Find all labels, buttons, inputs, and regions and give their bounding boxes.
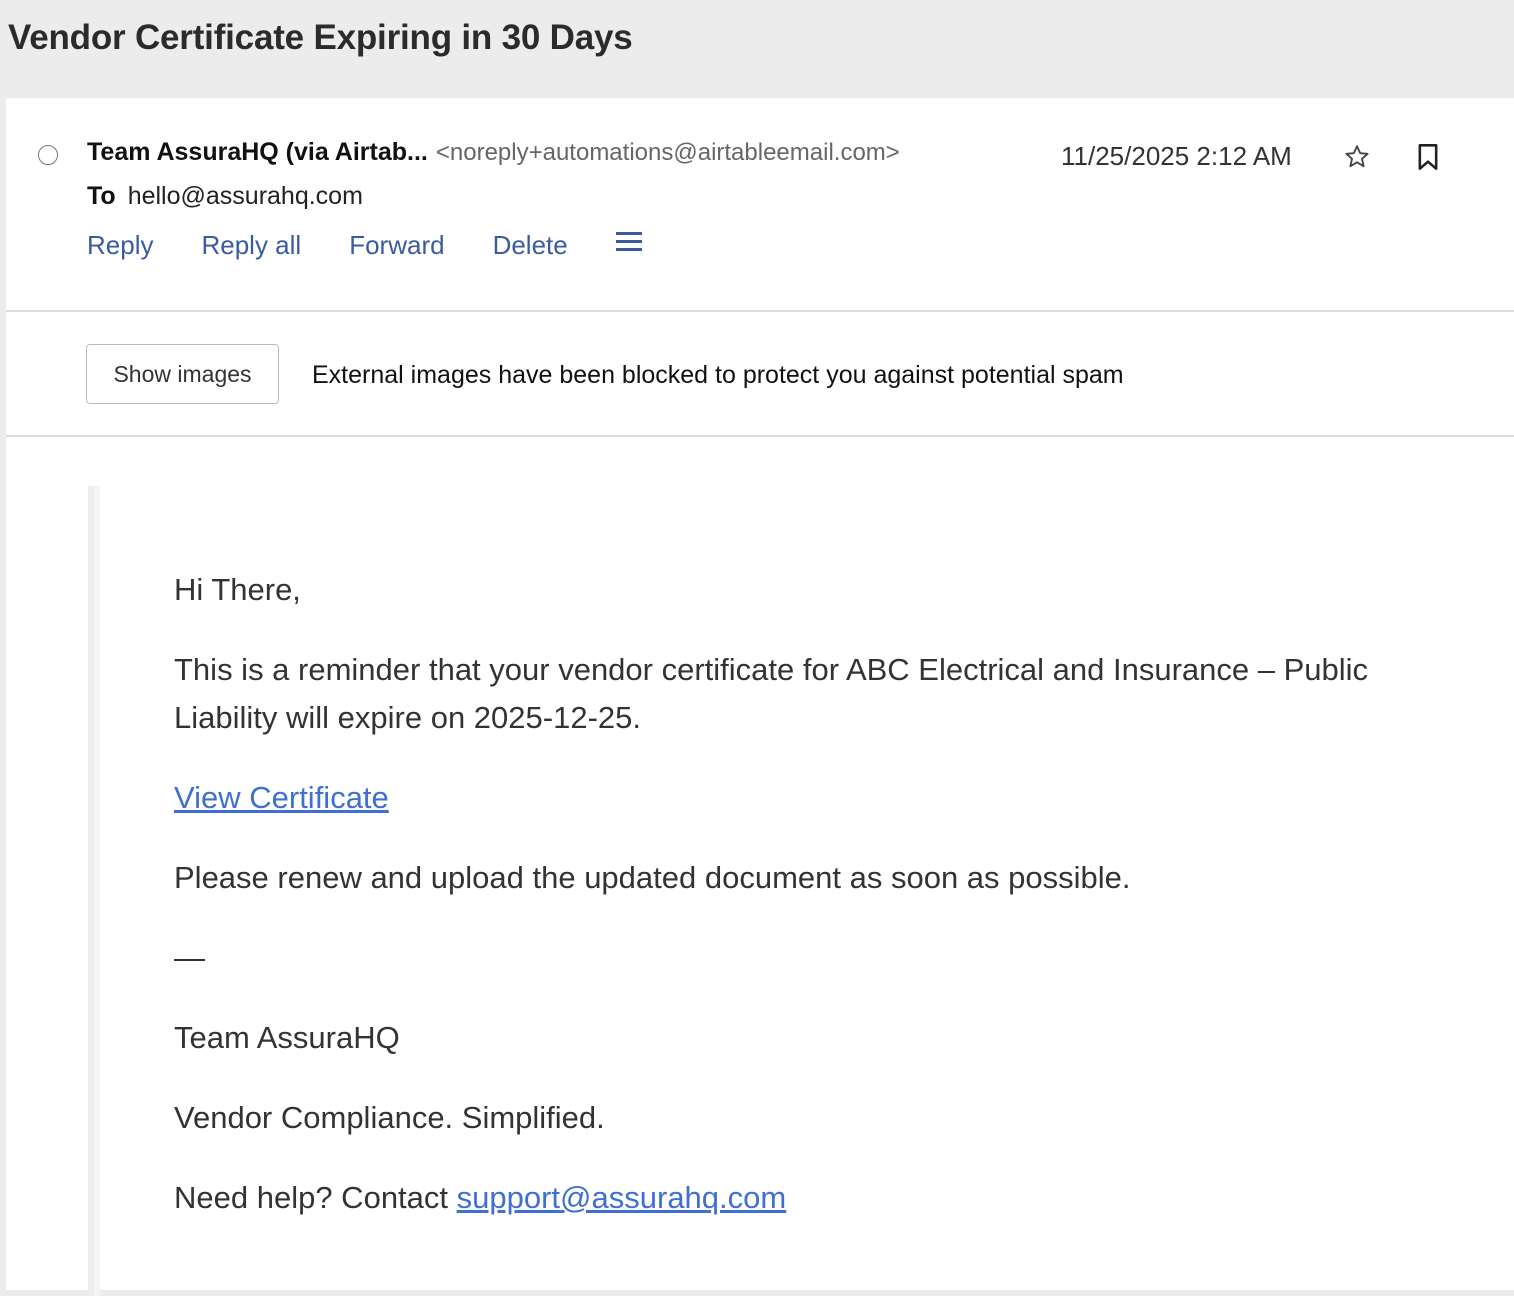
to-label: To xyxy=(87,182,116,210)
quote-bar xyxy=(88,486,100,1296)
sender: Team AssuraHQ (via Airtab... <noreply+aut… xyxy=(87,138,900,167)
message-pane: Team AssuraHQ (via Airtab... <noreply+aut… xyxy=(6,98,1514,1296)
renew-text: Please renew and upload the updated docu… xyxy=(174,860,1131,895)
unread-dot-icon[interactable] xyxy=(38,145,58,165)
images-blocked-message: External images have been blocked to pro… xyxy=(312,361,1124,389)
signature-separator: — xyxy=(174,940,205,975)
reply-button[interactable]: Reply xyxy=(87,230,153,261)
help-line: Need help? Contact support@assurahq.com xyxy=(174,1174,786,1222)
bookmark-icon[interactable] xyxy=(1411,140,1445,174)
images-notice: Show images External images have been bl… xyxy=(6,312,1514,438)
sender-address: <noreply+automations@airtableemail.com> xyxy=(435,139,900,166)
email-subject: Vendor Certificate Expiring in 30 Days xyxy=(8,18,633,57)
help-text: Need help? Contact xyxy=(174,1180,457,1215)
sender-name[interactable]: Team AssuraHQ (via Airtab... xyxy=(87,138,428,166)
greeting: Hi There, xyxy=(174,572,301,607)
forward-button[interactable]: Forward xyxy=(349,230,444,261)
subject-bar: Vendor Certificate Expiring in 30 Days xyxy=(0,0,1514,98)
message-date: 11/25/2025 2:12 AM xyxy=(1061,141,1292,171)
reply-all-button[interactable]: Reply all xyxy=(201,230,301,261)
message-actions: Reply Reply all Forward Delete xyxy=(87,230,642,261)
view-certificate-link[interactable]: View Certificate xyxy=(174,774,389,822)
message-header: Team AssuraHQ (via Airtab... <noreply+aut… xyxy=(6,98,1514,312)
signature-team: Team AssuraHQ xyxy=(174,1020,400,1055)
signature-tagline: Vendor Compliance. Simplified. xyxy=(174,1100,605,1135)
delete-button[interactable]: Delete xyxy=(493,230,568,261)
reminder-text-line1: This is a reminder that your vendor cert… xyxy=(174,652,1369,687)
message-body: Hi There, This is a reminder that your v… xyxy=(6,438,1514,1296)
recipient-row: To hello@assurahq.com xyxy=(87,182,363,211)
notice-divider xyxy=(6,435,1514,437)
reminder-text-line2: Liability will expire on 2025-12-25. xyxy=(174,700,641,735)
show-images-button[interactable]: Show images xyxy=(86,344,279,404)
support-email-link[interactable]: support@assurahq.com xyxy=(457,1180,787,1215)
star-icon[interactable] xyxy=(1340,140,1374,174)
menu-icon[interactable] xyxy=(615,230,642,254)
recipient-address[interactable]: hello@assurahq.com xyxy=(128,182,363,210)
